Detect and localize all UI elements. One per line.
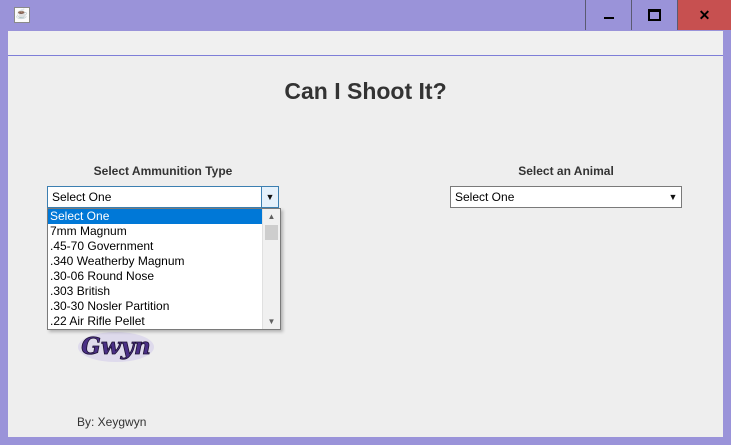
- close-button[interactable]: ✕: [677, 0, 731, 30]
- list-item[interactable]: 7mm Magnum: [48, 224, 262, 239]
- logo-text: Gwyn: [81, 333, 151, 360]
- author-credit: By: Xeygwyn: [77, 415, 147, 429]
- ammo-combobox[interactable]: Select One ▼: [47, 186, 279, 208]
- animal-label: Select an Animal: [518, 164, 614, 178]
- list-item[interactable]: Select One: [48, 209, 262, 224]
- list-item[interactable]: .30-30 Nosler Partition: [48, 299, 262, 314]
- animal-combobox[interactable]: Select One ▼: [450, 186, 682, 208]
- dropdown-scrollbar[interactable]: ▲ ▼: [262, 209, 280, 329]
- list-item[interactable]: .45-70 Government: [48, 239, 262, 254]
- main-panel: Can I Shoot It? Select Ammunition Type S…: [8, 56, 723, 437]
- ammo-options: Select One 7mm Magnum .45-70 Government …: [48, 209, 262, 329]
- ammo-dropdown-button[interactable]: ▼: [261, 187, 278, 207]
- close-icon: ✕: [698, 7, 711, 23]
- list-item[interactable]: .303 British: [48, 284, 262, 299]
- minimize-button[interactable]: [585, 0, 631, 30]
- ammo-dropdown-list[interactable]: Select One 7mm Magnum .45-70 Government …: [47, 208, 281, 330]
- java-icon[interactable]: ☕: [14, 7, 30, 23]
- animal-dropdown-button[interactable]: ▼: [665, 187, 681, 207]
- maximize-button[interactable]: [631, 0, 677, 30]
- gwyn-logo: Gwyn: [76, 326, 156, 364]
- ammo-label: Select Ammunition Type: [93, 164, 233, 178]
- gwyn-logo-graphic: Gwyn: [78, 332, 154, 362]
- page-title: Can I Shoot It?: [284, 78, 447, 104]
- chevron-up-icon: ▲: [267, 212, 276, 221]
- list-item[interactable]: .30-06 Round Nose: [48, 269, 262, 284]
- minimize-icon: [603, 17, 614, 19]
- animal-combobox-value: Select One: [455, 190, 515, 204]
- chevron-down-icon: ▼: [668, 192, 678, 202]
- list-item[interactable]: .340 Weatherby Magnum: [48, 254, 262, 269]
- ammo-combobox-value: Select One: [52, 190, 112, 204]
- title-bar[interactable]: ☕ ✕: [0, 0, 731, 31]
- chevron-down-icon: ▼: [265, 192, 275, 202]
- list-item[interactable]: .22 Air Rifle Pellet: [48, 314, 262, 329]
- menu-bar: [8, 31, 723, 56]
- scroll-up-button[interactable]: ▲: [264, 209, 279, 224]
- scrollbar-thumb[interactable]: [265, 225, 278, 240]
- scroll-down-button[interactable]: ▼: [264, 314, 279, 329]
- chevron-down-icon: ▼: [267, 317, 276, 326]
- maximize-icon: [648, 9, 661, 21]
